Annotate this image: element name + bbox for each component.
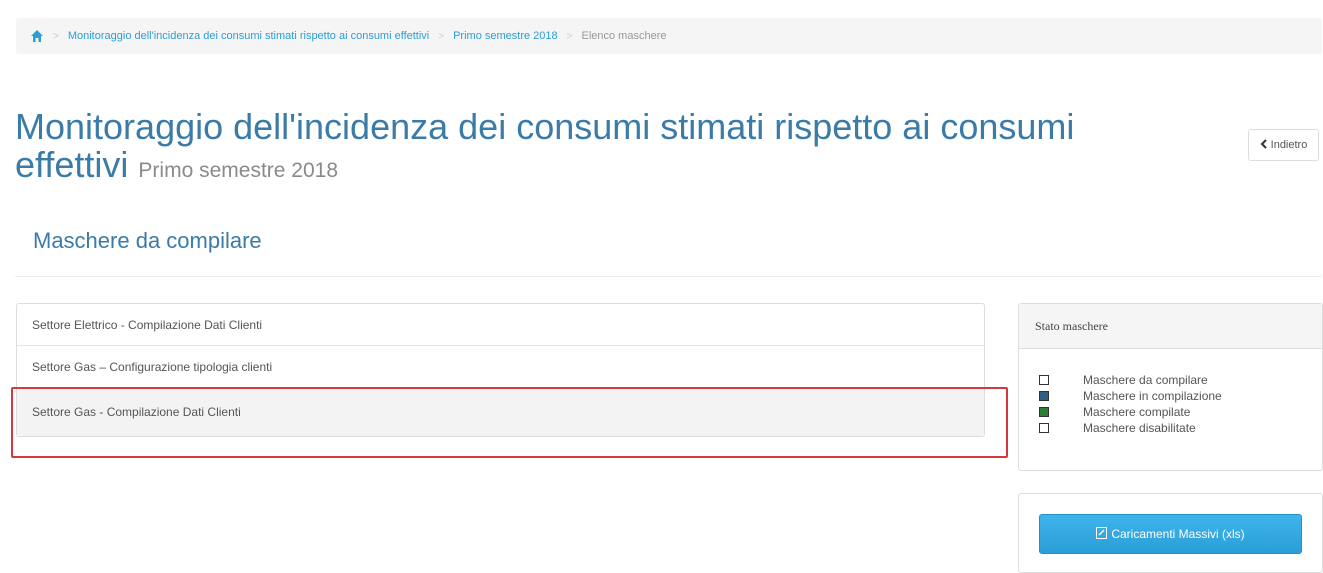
list-item[interactable]: Settore Gas – Configurazione tipologia c… bbox=[17, 346, 984, 388]
section-title: Maschere da compilare bbox=[33, 228, 262, 253]
status-panel: Stato maschere Maschere da compilare Mas… bbox=[1018, 303, 1323, 471]
list-item-label: Settore Gas – Configurazione tipologia c… bbox=[32, 359, 273, 374]
legend-label: Maschere da compilare bbox=[1083, 373, 1208, 387]
legend-label: Maschere in compilazione bbox=[1083, 389, 1222, 403]
home-icon[interactable] bbox=[30, 29, 44, 43]
page-title: Monitoraggio dell'incidenza dei consumi … bbox=[15, 108, 1095, 190]
chevron-left-icon bbox=[1260, 138, 1267, 152]
divider bbox=[15, 276, 1322, 277]
status-legend: Maschere da compilare Maschere in compil… bbox=[1019, 349, 1322, 436]
legend-swatch bbox=[1039, 407, 1049, 417]
back-button-label: Indietro bbox=[1270, 139, 1308, 151]
legend-swatch bbox=[1039, 423, 1049, 433]
page-subtitle: Primo semestre 2018 bbox=[138, 159, 339, 182]
file-edit-icon bbox=[1096, 526, 1108, 542]
legend-item-disabilitate: Maschere disabilitate bbox=[1039, 420, 1322, 436]
legend-label: Maschere compilate bbox=[1083, 405, 1191, 419]
selection-highlight bbox=[11, 387, 1008, 458]
bulk-upload-button[interactable]: Caricamenti Massivi (xls) bbox=[1039, 514, 1302, 554]
breadcrumb: > Monitoraggio dell'incidenza dei consum… bbox=[16, 18, 1322, 54]
list-item-label: Settore Elettrico - Compilazione Dati Cl… bbox=[32, 317, 263, 332]
legend-label: Maschere disabilitate bbox=[1083, 421, 1196, 435]
legend-swatch bbox=[1039, 375, 1049, 385]
legend-item-da-compilare: Maschere da compilare bbox=[1039, 372, 1322, 388]
bulk-upload-label: Caricamenti Massivi (xls) bbox=[1111, 527, 1245, 541]
legend-item-in-compilazione: Maschere in compilazione bbox=[1039, 388, 1322, 404]
legend-item-compilate: Maschere compilate bbox=[1039, 404, 1322, 420]
breadcrumb-item-current: Elenco maschere bbox=[581, 30, 667, 42]
breadcrumb-item-semestre[interactable]: Primo semestre 2018 bbox=[453, 30, 558, 42]
status-panel-title: Stato maschere bbox=[1019, 304, 1322, 349]
legend-swatch bbox=[1039, 391, 1049, 401]
back-button[interactable]: Indietro bbox=[1248, 129, 1319, 161]
list-item[interactable]: Settore Elettrico - Compilazione Dati Cl… bbox=[17, 304, 984, 346]
breadcrumb-separator: > bbox=[438, 30, 445, 42]
bulk-panel: Caricamenti Massivi (xls) bbox=[1018, 493, 1323, 573]
breadcrumb-separator: > bbox=[566, 30, 573, 42]
breadcrumb-separator: > bbox=[53, 30, 59, 42]
breadcrumb-item-monitoraggio[interactable]: Monitoraggio dell'incidenza dei consumi … bbox=[68, 30, 429, 42]
